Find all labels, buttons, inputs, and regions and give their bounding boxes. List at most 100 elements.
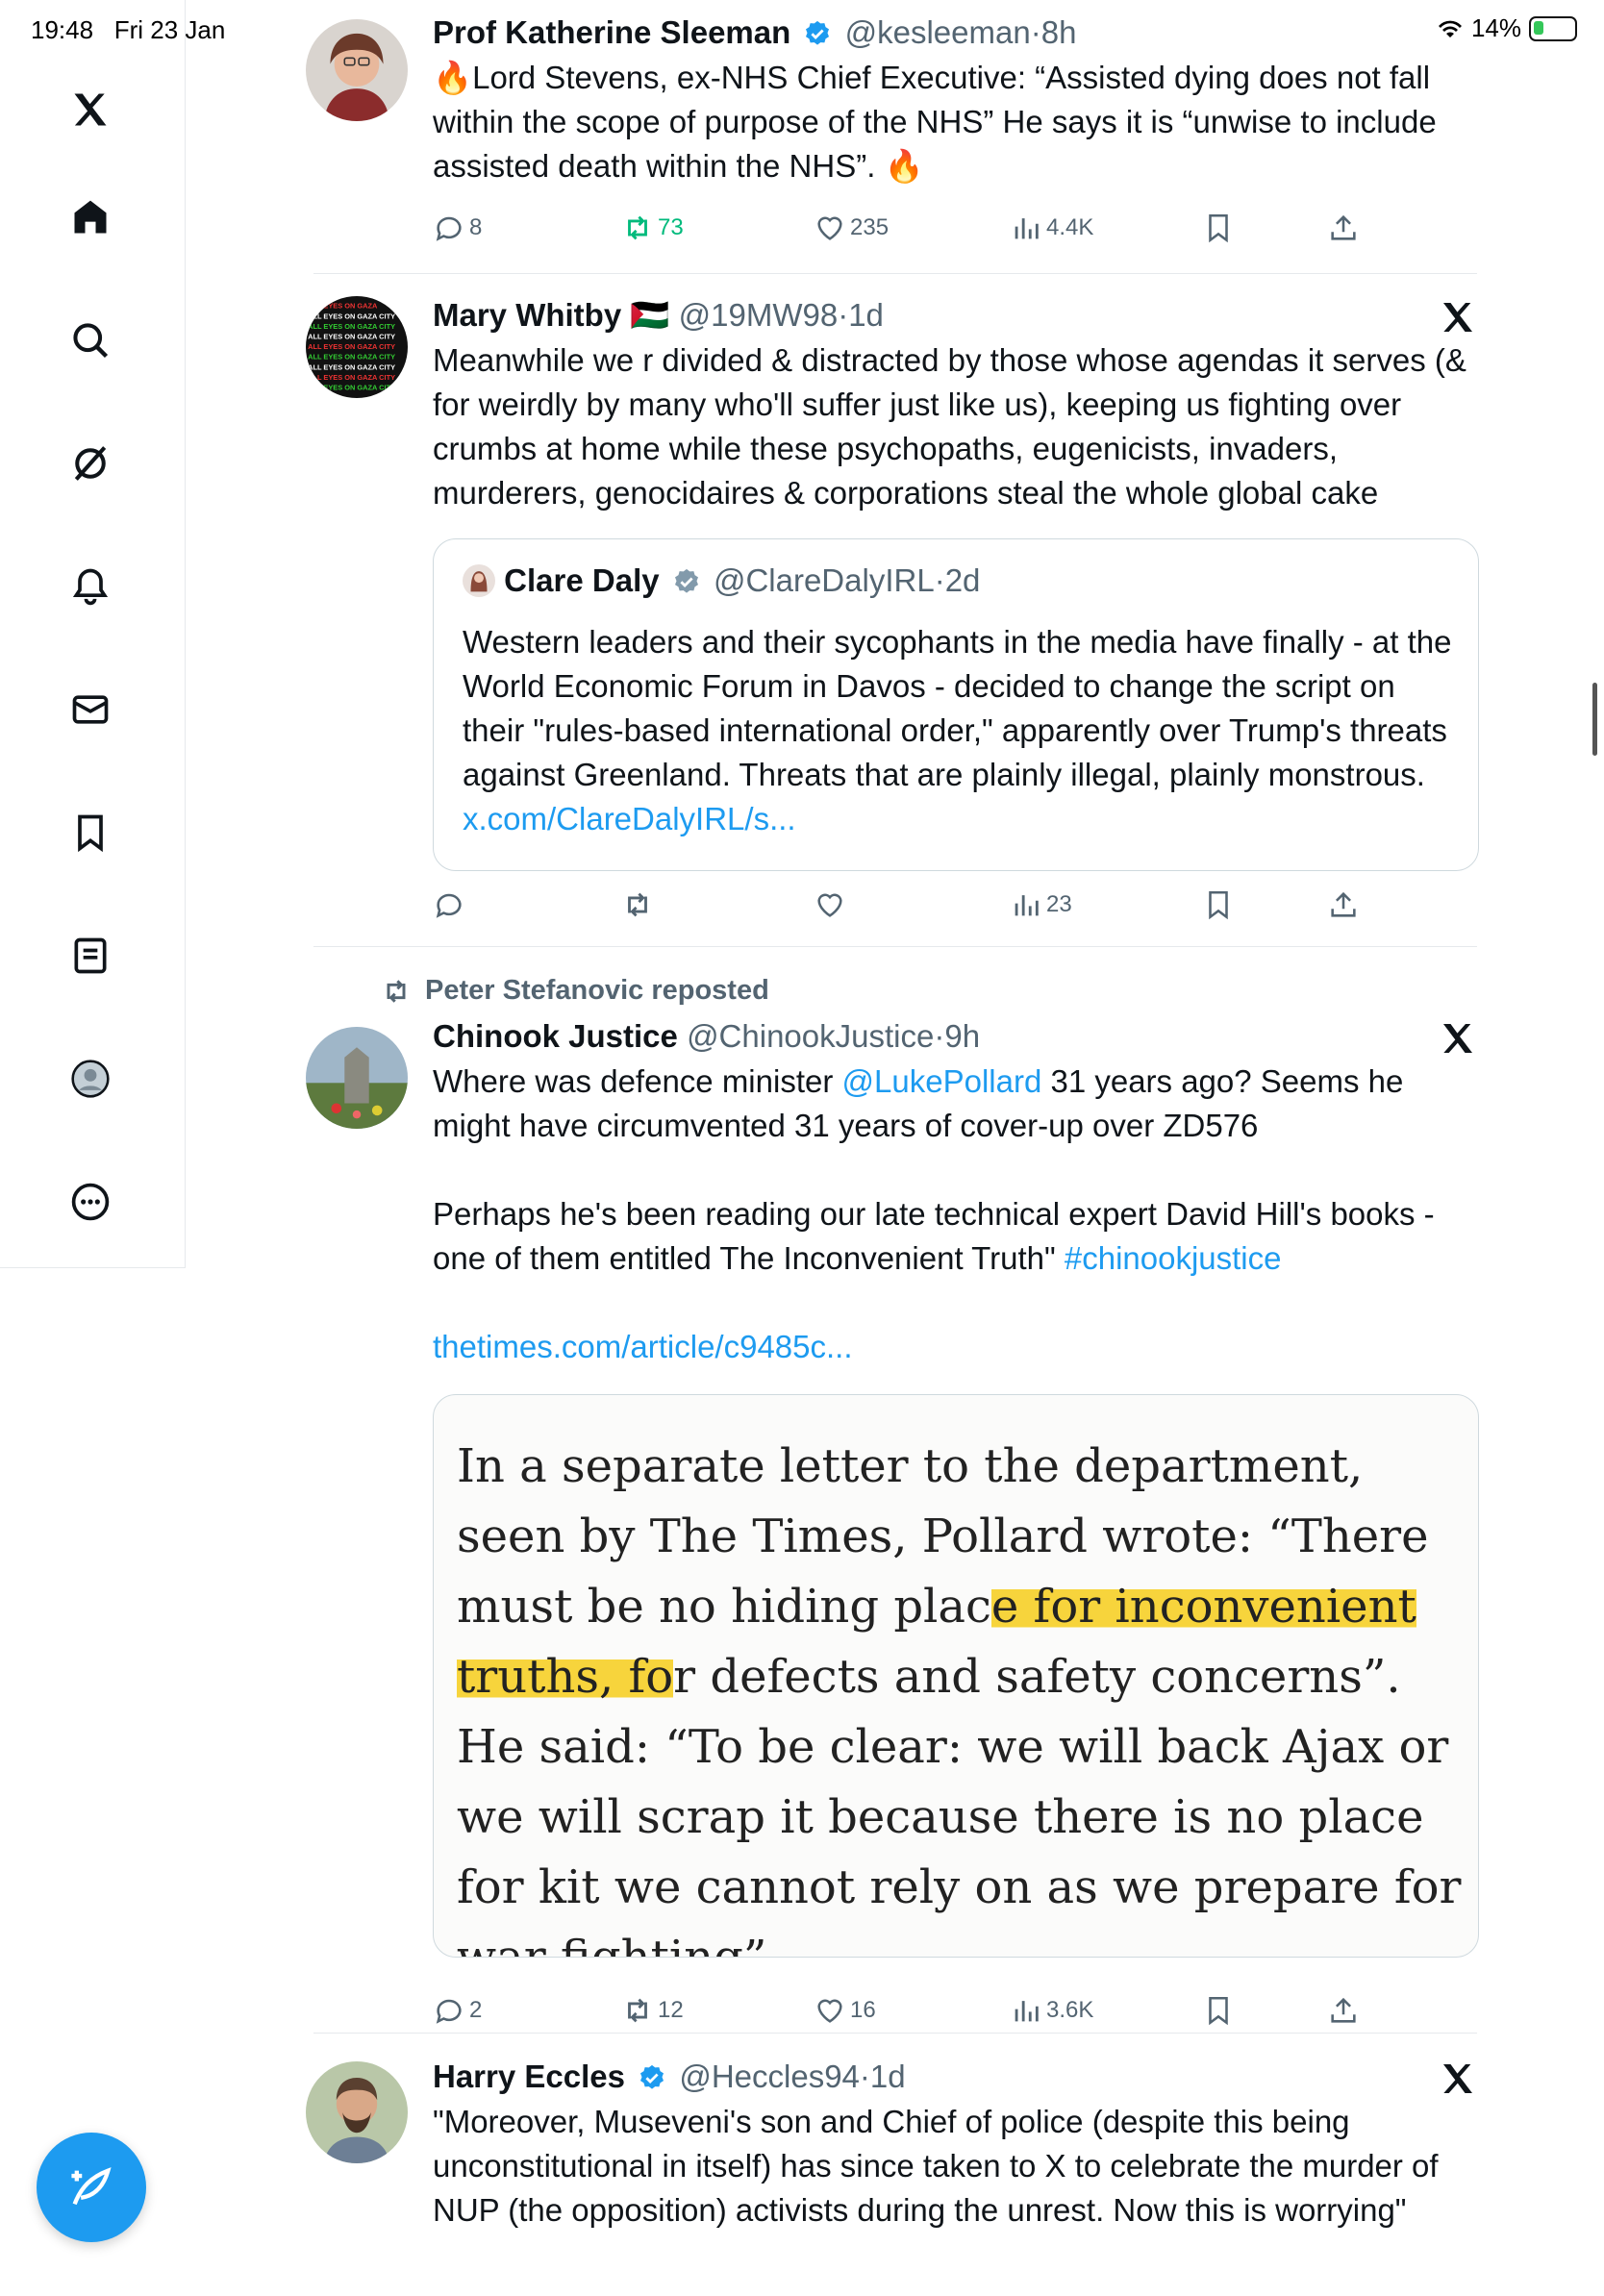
reply-button[interactable]: 2 xyxy=(433,1994,482,2027)
x-logo-icon[interactable] xyxy=(1439,2059,1477,2098)
x-logo-icon[interactable] xyxy=(1439,298,1477,337)
author-name[interactable]: Chinook Justice xyxy=(433,1018,678,1054)
like-button[interactable]: 235 xyxy=(814,212,889,244)
quoted-tweet[interactable]: Clare Daly @ClareDalyIRL·2d Western lead… xyxy=(433,538,1479,871)
quote-time[interactable]: 2d xyxy=(945,562,981,598)
tweet-header: Harry Eccles @Heccles94·1d xyxy=(433,2058,1477,2096)
author-name[interactable]: Mary Whitby xyxy=(433,297,621,333)
article-url-link[interactable]: thetimes.com/article/c9485c... xyxy=(433,1325,1477,1369)
retweet-icon xyxy=(628,1998,647,2023)
avatar[interactable] xyxy=(306,2061,408,2163)
heart-icon xyxy=(817,1999,842,2023)
tweet-header: Mary Whitby 🇵🇸 @19MW98·1d xyxy=(433,296,1477,335)
share-button[interactable] xyxy=(1327,1994,1360,2027)
retweet-button[interactable]: 73 xyxy=(621,212,684,244)
svg-text:ALL EYES ON GAZA CITY: ALL EYES ON GAZA CITY xyxy=(308,353,395,362)
compose-feather-icon xyxy=(71,2167,112,2206)
reply-button[interactable]: 8 xyxy=(433,212,482,244)
x-logo-icon[interactable] xyxy=(60,79,121,140)
retweet-icon xyxy=(628,215,647,240)
bookmark-button[interactable] xyxy=(1202,212,1235,244)
battery-percent: 14% xyxy=(1470,13,1521,42)
dot-separator: · xyxy=(934,562,945,598)
like-button[interactable] xyxy=(814,888,850,921)
repost-indicator[interactable]: Peter Stefanovic reposted xyxy=(381,975,769,1007)
tweet-time[interactable]: 9h xyxy=(944,1018,980,1054)
quote-author-name[interactable]: Clare Daly xyxy=(504,562,659,598)
views-button[interactable]: 4.4K xyxy=(1010,212,1093,244)
scrollbar[interactable] xyxy=(1592,683,1597,756)
like-button[interactable]: 16 xyxy=(814,1994,876,2027)
svg-text:ALL EYES ON GAZA CITY: ALL EYES ON GAZA CITY xyxy=(308,322,395,331)
views-chart-icon xyxy=(1015,2001,1039,2022)
author-handle[interactable]: @ChinookJustice xyxy=(687,1018,934,1054)
bookmarks-icon[interactable] xyxy=(60,802,121,863)
divider xyxy=(313,273,1477,274)
tweet-header: Prof Katherine Sleeman @kesleeman·8h xyxy=(433,13,1477,52)
author-name[interactable]: Harry Eccles xyxy=(433,2059,625,2094)
home-icon[interactable] xyxy=(60,187,121,248)
avatar[interactable]: ALL EYES ON GAZA ALL EYES ON GAZA CITY AL… xyxy=(306,296,408,398)
tweet-time[interactable]: 8h xyxy=(1041,14,1077,50)
bookmark-icon xyxy=(1209,1996,1228,2026)
messages-envelope-icon[interactable] xyxy=(60,679,121,740)
share-button[interactable] xyxy=(1327,212,1360,244)
dot-separator: · xyxy=(859,2059,870,2094)
view-count: 4.4K xyxy=(1046,214,1094,240)
lists-icon[interactable] xyxy=(60,925,121,986)
quote-avatar[interactable] xyxy=(463,564,495,597)
views-chart-icon xyxy=(1015,218,1039,239)
retweet-button[interactable]: 12 xyxy=(621,1994,684,2027)
reply-button[interactable] xyxy=(433,888,469,921)
quote-text: Western leaders and their sycophants in … xyxy=(463,620,1463,841)
reply-count: 2 xyxy=(469,1997,483,2023)
verified-badge-icon xyxy=(640,2064,664,2089)
profile-avatar-icon[interactable] xyxy=(60,1048,121,1110)
search-icon[interactable] xyxy=(60,310,121,371)
tweet-actions: 8 73 235 4.4K xyxy=(433,212,1375,250)
avatar[interactable] xyxy=(306,1027,408,1129)
tweet-time[interactable]: 1d xyxy=(848,297,884,333)
tweet-time[interactable]: 1d xyxy=(870,2059,906,2094)
grok-icon[interactable] xyxy=(60,433,121,494)
tweet-text-part: Where was defence minister xyxy=(433,1063,842,1099)
svg-text:ALL EYES ON GAZA: ALL EYES ON GAZA xyxy=(308,302,378,311)
svg-text:ALL EYES ON GAZA CITY: ALL EYES ON GAZA CITY xyxy=(308,362,395,371)
article-excerpt: In a separate letter to the department, … xyxy=(457,1432,1476,1957)
retweet-button[interactable] xyxy=(621,888,658,921)
hashtag-link[interactable]: #chinookjustice xyxy=(1065,1240,1282,1276)
share-icon xyxy=(1331,891,1356,917)
reply-icon xyxy=(436,893,462,918)
bookmark-button[interactable] xyxy=(1202,888,1235,921)
quote-header: Clare Daly @ClareDalyIRL·2d xyxy=(463,562,980,599)
quote-link[interactable]: x.com/ClareDalyIRL/s... xyxy=(463,801,796,836)
share-icon xyxy=(1331,1997,1356,2023)
svg-text:ALL EYES ON GAZA CITY: ALL EYES ON GAZA CITY xyxy=(308,312,395,320)
x-logo-icon[interactable] xyxy=(1439,1019,1477,1058)
author-handle[interactable]: @19MW98 xyxy=(679,297,839,333)
avatar[interactable] xyxy=(306,19,408,121)
sidebar-nav xyxy=(0,0,186,1268)
view-count: 3.6K xyxy=(1046,1997,1094,2023)
tweet-header: Chinook Justice @ChinookJustice·9h xyxy=(433,1017,1477,1056)
compose-button[interactable] xyxy=(37,2133,146,2242)
svg-text:ALL EYES ON GAZA CITY: ALL EYES ON GAZA CITY xyxy=(308,373,395,382)
like-count: 16 xyxy=(850,1997,876,2023)
repost-label: Peter Stefanovic reposted xyxy=(425,975,769,1006)
views-button[interactable]: 23 xyxy=(1010,888,1072,921)
share-button[interactable] xyxy=(1327,888,1360,921)
bookmark-button[interactable] xyxy=(1202,1994,1235,2027)
quote-text-body: Western leaders and their sycophants in … xyxy=(463,624,1461,792)
bookmark-icon xyxy=(1209,890,1228,920)
article-image[interactable]: In a separate letter to the department, … xyxy=(433,1394,1479,1958)
quote-author-handle[interactable]: @ClareDalyIRL xyxy=(714,562,935,598)
author-handle[interactable]: @Heccles94 xyxy=(679,2059,860,2094)
retweet-count: 12 xyxy=(658,1997,684,2023)
heart-icon xyxy=(817,893,842,917)
more-circle-icon[interactable] xyxy=(60,1171,121,1233)
author-name[interactable]: Prof Katherine Sleeman xyxy=(433,14,790,50)
notifications-bell-icon[interactable] xyxy=(60,556,121,617)
views-button[interactable]: 3.6K xyxy=(1010,1994,1093,2027)
mention-link[interactable]: @LukePollard xyxy=(842,1063,1042,1099)
author-handle[interactable]: @kesleeman xyxy=(845,14,1031,50)
